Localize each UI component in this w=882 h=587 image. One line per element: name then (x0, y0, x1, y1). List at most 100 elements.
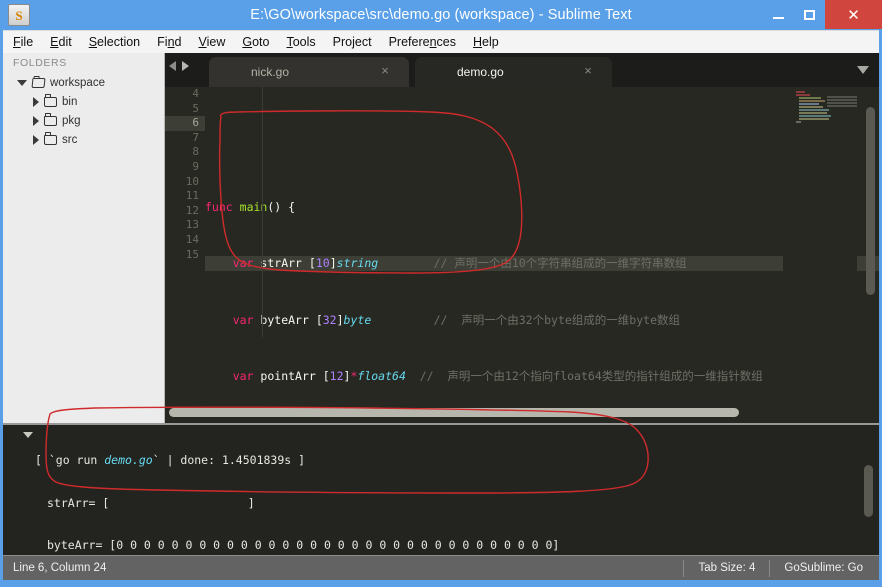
menu-bar: FFileile Edit Selection Find View Goto T… (3, 30, 879, 53)
menu-file[interactable]: FFileile (13, 35, 33, 49)
token-number: 12 (329, 369, 344, 384)
line-number: 10 (185, 174, 199, 188)
close-icon[interactable]: × (379, 64, 391, 77)
menu-preferences[interactable]: Preferences (389, 35, 456, 49)
status-position: Line 6, Column 24 (13, 562, 107, 574)
console-output[interactable]: [ `go run demo.go` | done: 1.4501839s ] … (3, 425, 879, 555)
console-header-cmd: go run (55, 453, 105, 467)
chevron-right-icon[interactable] (33, 96, 39, 107)
title-bar: S E:\GO\workspace\src\demo.go (workspace… (0, 0, 882, 30)
token-keyword: var (232, 256, 254, 271)
console-header: [ `go run demo.go` | done: 1.4501839s ] (3, 453, 879, 468)
console-header-file: demo.go (104, 453, 153, 467)
tree-item-label: src (62, 133, 78, 146)
console-header-prefix: [ ` (35, 453, 56, 467)
tree-item-label: bin (62, 95, 78, 108)
menu-view[interactable]: View (198, 35, 225, 49)
line-number: 11 (185, 189, 199, 203)
menu-selection[interactable]: Selection (89, 35, 140, 49)
tree-item-workspace[interactable]: workspace (3, 73, 165, 92)
token-type: string (336, 256, 379, 271)
line-number: 8 (192, 145, 199, 159)
minimap[interactable] (783, 87, 879, 423)
console-line-bytearr: byteArr= [0 0 0 0 0 0 0 0 0 0 0 0 0 0 0 … (47, 538, 560, 553)
minimize-icon (773, 17, 784, 19)
code-line-7: var byteArr [32]byte // 声明一个由32个byte组成的一… (232, 312, 680, 327)
sidebar-header: FOLDERS (13, 57, 67, 69)
build-output-panel[interactable]: [ `go run demo.go` | done: 1.4501839s ] … (3, 423, 879, 555)
window-controls: ✕ (763, 0, 882, 29)
window-title: E:\GO\workspace\src\demo.go (workspace) … (250, 7, 632, 23)
tree-item-label: workspace (50, 76, 105, 89)
token-function: main (239, 199, 268, 214)
menu-goto[interactable]: Goto (242, 35, 269, 49)
menu-tools[interactable]: Tools (286, 35, 315, 49)
menu-find[interactable]: Find (157, 35, 181, 49)
chevron-right-icon[interactable] (33, 115, 39, 126)
indent-guide (262, 87, 263, 337)
editor-horizontal-scrollbar[interactable] (169, 408, 739, 417)
token-comment: // 声明一个由32个byte组成的一维byte数组 (433, 312, 680, 327)
line-number: 5 (192, 101, 199, 115)
folder-icon (44, 113, 57, 126)
token-identifier: pointArr (260, 369, 316, 384)
tab-demo-go[interactable]: demo.go × (415, 57, 612, 87)
tree-item-src[interactable]: src (3, 130, 165, 149)
minimize-button[interactable] (763, 0, 794, 29)
chevron-right-icon[interactable] (33, 134, 39, 145)
folder-open-icon (31, 77, 46, 88)
code-line-5: func main() { (205, 199, 296, 214)
close-icon[interactable]: × (582, 64, 594, 77)
token-number: 32 (322, 312, 337, 327)
token-identifier: byteArr (260, 312, 309, 327)
chevron-down-icon[interactable] (857, 66, 869, 74)
minimap-render (796, 91, 879, 123)
token-keyword: var (232, 312, 254, 327)
token-type: float64 (357, 369, 406, 384)
tree-item-pkg[interactable]: pkg (3, 111, 165, 130)
tab-bar: nick.go × demo.go × (165, 53, 879, 87)
token-number: 10 (315, 256, 330, 271)
status-syntax[interactable]: GoSublime: Go (769, 559, 879, 577)
code-line-8: var pointArr [12]*float64 // 声明一个由12个指向f… (232, 369, 763, 384)
tab-label: nick.go (251, 65, 290, 79)
line-number-gutter: 4 5 6 7 8 9 10 11 12 13 14 15 (165, 87, 205, 423)
menu-edit[interactable]: Edit (50, 35, 72, 49)
console-header-suffix: ` | done: 1.4501839s ] (152, 453, 306, 467)
token-keyword: func (205, 199, 233, 214)
console-line-strarr: strArr= [ ] (47, 495, 255, 510)
tab-label: demo.go (457, 65, 504, 79)
code-text[interactable]: func main() { var strArr [10]string // 声… (205, 87, 879, 423)
line-number: 9 (192, 159, 199, 173)
console-vertical-scrollbar[interactable] (864, 465, 873, 517)
chevron-down-icon[interactable] (17, 79, 27, 86)
maximize-button[interactable] (794, 0, 825, 29)
token-type: byte (343, 312, 372, 327)
main-body: FOLDERS workspace bin pkg src nick.go × … (3, 53, 879, 555)
token-keyword: var (232, 369, 254, 384)
status-tab-size[interactable]: Tab Size: 4 (683, 559, 769, 577)
sublime-text-window: S E:\GO\workspace\src\demo.go (workspace… (0, 0, 882, 587)
editor-vertical-scrollbar[interactable] (866, 107, 875, 295)
close-button[interactable]: ✕ (825, 0, 882, 29)
menu-help[interactable]: Help (473, 35, 499, 49)
tab-next-icon[interactable] (182, 61, 189, 71)
folder-icon (44, 94, 57, 107)
menu-project[interactable]: Project (333, 35, 372, 49)
token-comment: // 声明一个由10个字符串组成的一维字符串数组 (433, 256, 687, 271)
tab-prev-icon[interactable] (169, 61, 176, 71)
folder-icon (44, 132, 57, 145)
folder-tree: workspace bin pkg src (3, 73, 165, 149)
line-number-current: 6 (165, 116, 205, 131)
line-number: 15 (185, 247, 199, 261)
maximize-icon (804, 9, 815, 20)
line-number: 13 (185, 218, 199, 232)
tree-item-bin[interactable]: bin (3, 92, 165, 111)
tab-nick-go[interactable]: nick.go × (209, 57, 409, 87)
editor-column: nick.go × demo.go × 4 5 6 7 8 9 10 11 12… (3, 53, 879, 555)
code-line-6: var strArr [10]string // 声明一个由10个字符串组成的一… (205, 256, 879, 271)
line-number: 14 (185, 232, 199, 246)
code-editor[interactable]: 4 5 6 7 8 9 10 11 12 13 14 15 func main(… (165, 87, 879, 423)
tab-nav-arrows[interactable] (169, 61, 189, 71)
